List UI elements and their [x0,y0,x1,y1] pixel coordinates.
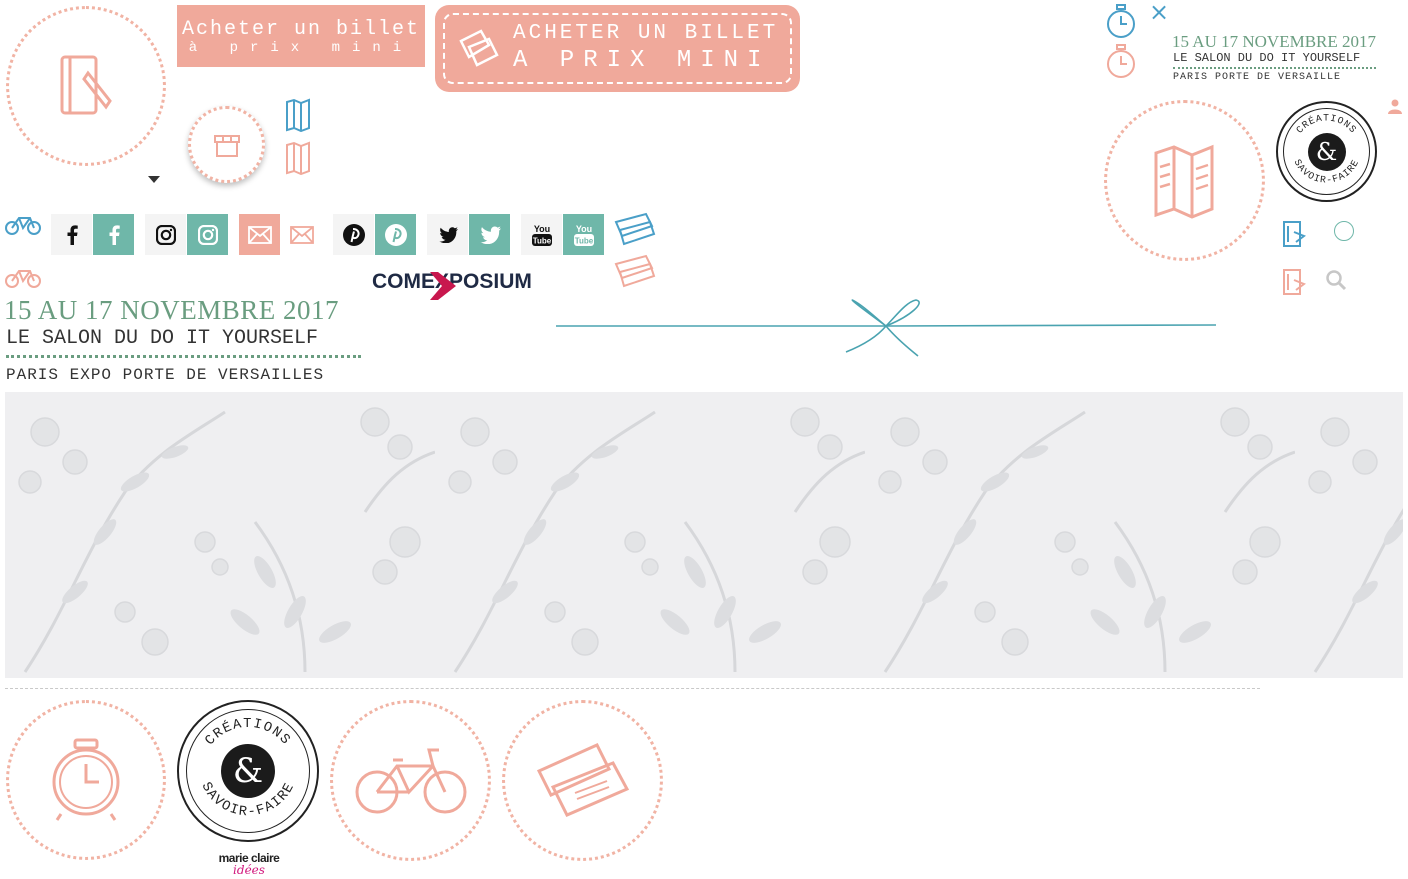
marieclaire-logo: marie claire idées [212,852,286,876]
event-title: LE SALON DU DO IT YOURSELF [6,327,319,350]
event-divider [6,355,361,358]
bicycle-icon-alt[interactable] [4,265,42,289]
pinterest-button-hover[interactable] [375,214,416,255]
svg-text:You: You [533,224,549,234]
clock-icon[interactable] [1105,4,1137,40]
youtube-icon: You Tube [531,224,552,246]
notebook-icon [60,55,112,115]
creations-stamp-small: CRÉATIONS SAVOIR-FAIRE & [1276,101,1377,202]
svg-text:Tube: Tube [532,236,551,245]
map-icon-alt[interactable] [285,141,313,175]
search-icon[interactable] [1325,269,1347,291]
bicycle-circle[interactable] [330,700,491,861]
event-dates: 15 AU 17 NOVEMBRE 2017 [4,295,340,325]
map-circle[interactable] [1104,100,1265,261]
tickets-circle[interactable] [502,700,663,861]
stamp-ampersand: & [1307,132,1346,171]
close-icon[interactable]: × [1149,0,1169,26]
stamp-ampersand: & [221,744,275,798]
pinterest-icon [384,223,407,246]
twitter-icon [438,226,458,243]
marieclaire-line2: idées [233,863,265,877]
section-divider [5,688,1260,689]
pinterest-button[interactable] [333,214,374,255]
map-icon[interactable] [285,98,313,132]
comexposium-x-mark [430,272,456,300]
ticket-icon [536,742,629,817]
bicycle-icon[interactable] [4,212,42,236]
map-icon [1154,144,1213,219]
mail-icon [247,225,272,244]
buy-ticket-small-button[interactable]: Acheter un billet à prix mini [177,5,425,67]
pinterest-icon [342,223,365,246]
facebook-icon [67,224,78,245]
mail-button-alt[interactable] [281,214,322,255]
youtube-button-hover[interactable]: You Tube [563,214,604,255]
ticket-icon-alt[interactable] [612,254,656,288]
creations-stamp-large: CRÉATIONS SAVOIR-FAIRE & [177,700,319,842]
twitter-button-hover[interactable] [469,214,510,255]
buy-ticket-small-line1: Acheter un billet [181,18,421,41]
comexposium-logo: COMEXPOSIUM [372,270,532,293]
facebook-icon [109,224,120,245]
buy-ticket-small-line2: à prix mini [188,40,414,56]
instagram-button-hover[interactable] [187,214,228,255]
svg-text:You: You [575,224,591,234]
shop-button[interactable] [188,106,265,183]
floral-pattern-banner [5,392,1403,678]
event-place: PARIS EXPO PORTE DE VERSAILLES [6,366,325,384]
instagram-icon [197,224,218,245]
instagram-icon [155,224,176,245]
schedule-circle[interactable] [6,700,166,860]
event-small-divider [1173,67,1376,69]
facebook-button-hover[interactable] [93,214,134,255]
buy-ticket-big-button[interactable]: ACHETER UN BILLET A PRIX MINI [435,5,800,92]
event-small-title: LE SALON DU DO IT YOURSELF [1173,51,1361,65]
dropdown-caret[interactable] [148,176,160,183]
twitter-button[interactable] [427,214,468,255]
instagram-button[interactable] [145,214,186,255]
alarm-clock-icon [52,738,120,821]
tickets-icon [459,29,499,67]
shop-icon [213,134,240,157]
floral-pattern-art [5,392,1403,678]
circle-toggle[interactable] [1334,221,1354,241]
event-small-place: PARIS PORTE DE VERSAILLE [1173,72,1342,83]
svg-text:Tube: Tube [574,236,593,245]
event-small-dates: 15 AU 17 NOVEMBRE 2017 [1172,32,1377,51]
bicycle-icon [355,748,466,813]
youtube-icon: You Tube [573,224,594,246]
mail-icon [289,225,314,244]
buy-ticket-big-line2: A PRIX MINI [513,47,771,74]
youtube-button[interactable]: You Tube [521,214,562,255]
notebook-circle[interactable] [6,6,166,166]
bow-icon [556,299,1216,357]
user-icon[interactable] [1388,99,1402,115]
door-icon[interactable] [1282,220,1306,248]
facebook-button[interactable] [51,214,92,255]
mail-button[interactable] [239,214,280,255]
buy-ticket-big-line1: ACHETER UN BILLET [513,22,779,45]
door-icon-alt[interactable] [1282,268,1306,296]
clock-icon-alt[interactable] [1105,44,1137,80]
twitter-icon [480,226,501,244]
ticket-icon[interactable] [612,212,656,246]
